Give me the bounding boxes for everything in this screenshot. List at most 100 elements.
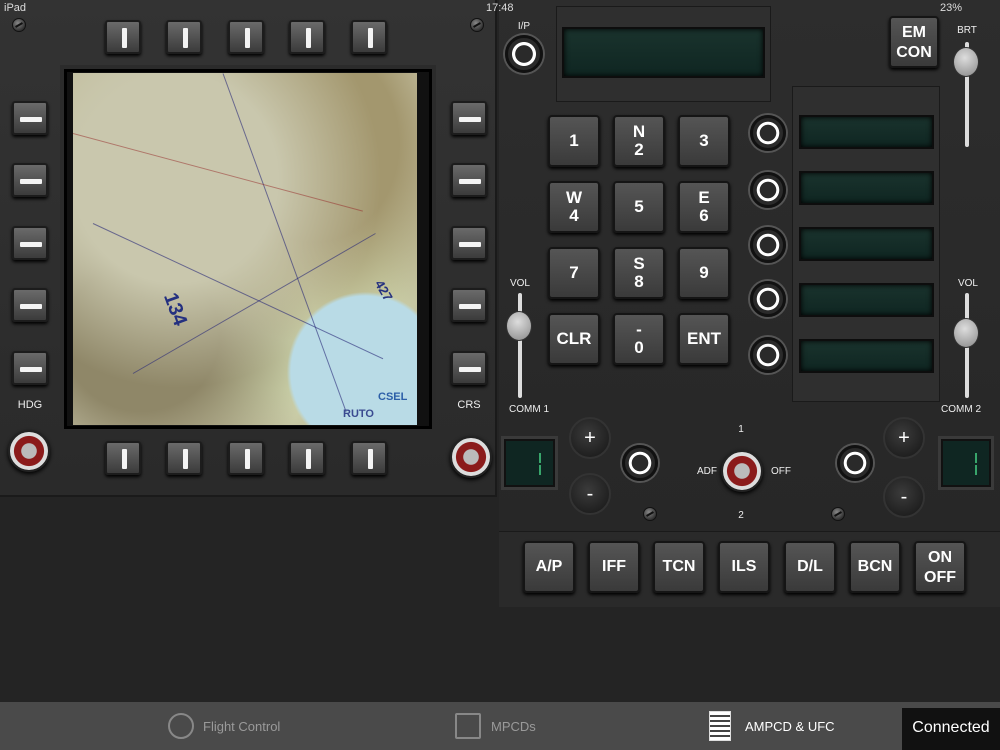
vol-left-thumb[interactable] xyxy=(506,311,532,341)
em-con-line1: EM xyxy=(902,24,926,41)
vol-right-thumb[interactable] xyxy=(953,318,979,348)
adf-label: ADF xyxy=(697,466,717,477)
ap-button[interactable]: A/P xyxy=(523,541,575,593)
osb-top-3[interactable] xyxy=(228,20,264,54)
key-8[interactable]: S8 xyxy=(613,247,665,299)
ils-button[interactable]: ILS xyxy=(718,541,770,593)
comm1-label: COMM 1 xyxy=(509,404,549,415)
osb-left-5[interactable] xyxy=(12,351,48,385)
comm1-display xyxy=(504,439,555,487)
option-display-5 xyxy=(799,339,934,373)
key-5[interactable]: 5 xyxy=(613,181,665,233)
comm2-label: COMM 2 xyxy=(941,404,981,415)
map-label: 134 xyxy=(159,289,192,329)
screw-icon xyxy=(831,507,845,521)
osb-left-1[interactable] xyxy=(12,101,48,135)
battery-level: 23% xyxy=(940,2,963,14)
on-off-button[interactable]: ON OFF xyxy=(914,541,966,593)
screw-icon xyxy=(470,18,484,32)
mpcds-icon xyxy=(455,713,481,739)
tab-mpcds[interactable]: MPCDs xyxy=(491,719,536,734)
comm2-select[interactable] xyxy=(837,445,873,481)
option-display-2 xyxy=(799,171,934,205)
off-label: OFF xyxy=(924,569,956,586)
em-con-button[interactable]: EM CON xyxy=(889,16,939,68)
comm1-plus-button[interactable]: + xyxy=(569,417,611,459)
osb-bottom-1[interactable] xyxy=(105,441,141,475)
iff-button[interactable]: IFF xyxy=(588,541,640,593)
osb-right-3[interactable] xyxy=(451,226,487,260)
osb-right-1[interactable] xyxy=(451,101,487,135)
bcn-button[interactable]: BCN xyxy=(849,541,901,593)
clock: 17:48 xyxy=(486,2,514,14)
connection-status: Connected xyxy=(902,708,1000,750)
key-clr[interactable]: CLR xyxy=(548,313,600,365)
osb-left-3[interactable] xyxy=(12,226,48,260)
flight-control-icon xyxy=(168,713,194,739)
adf-pos2-label: 2 xyxy=(738,510,744,521)
screw-icon xyxy=(643,507,657,521)
option-display-4 xyxy=(799,283,934,317)
key-0[interactable]: -0 xyxy=(613,313,665,365)
osb-bottom-3[interactable] xyxy=(228,441,264,475)
mpcd-panel: 134 427 CSEL RUTO HDG CRS xyxy=(0,0,497,497)
tab-ampcd-ufc[interactable]: AMPCD & UFC xyxy=(745,719,835,734)
map-label: 427 xyxy=(371,277,396,304)
vol-left-label: VOL xyxy=(509,278,530,289)
comm1-minus-button[interactable]: - xyxy=(569,473,611,515)
ufc-panel: I/P EM CON BRT 1 N2 3 W4 5 E6 7 S8 9 CLR… xyxy=(499,0,1000,607)
vol-left-track[interactable] xyxy=(518,293,522,398)
map-label: RUTO xyxy=(343,408,374,420)
osb-right-5[interactable] xyxy=(451,351,487,385)
dl-button[interactable]: D/L xyxy=(784,541,836,593)
osb-top-4[interactable] xyxy=(289,20,325,54)
option-display-3 xyxy=(799,227,934,261)
ip-label: I/P xyxy=(517,21,531,32)
hdg-knob[interactable] xyxy=(8,430,50,472)
osb-right-4[interactable] xyxy=(451,288,487,322)
osb-bottom-2[interactable] xyxy=(166,441,202,475)
brt-slider-thumb[interactable] xyxy=(953,47,979,77)
key-4[interactable]: W4 xyxy=(548,181,600,233)
osb-left-4[interactable] xyxy=(12,288,48,322)
key-9[interactable]: 9 xyxy=(678,247,730,299)
crs-knob[interactable] xyxy=(450,436,492,478)
on-label: ON xyxy=(928,549,952,566)
option-select-5[interactable] xyxy=(750,337,786,373)
key-6[interactable]: E6 xyxy=(678,181,730,233)
osb-left-2[interactable] xyxy=(12,163,48,197)
option-select-3[interactable] xyxy=(750,227,786,263)
vol-right-label: VOL xyxy=(957,278,978,289)
tab-flight-control[interactable]: Flight Control xyxy=(203,719,280,734)
device-label: iPad xyxy=(4,2,27,14)
em-con-line2: CON xyxy=(896,44,932,61)
option-select-2[interactable] xyxy=(750,172,786,208)
comm2-plus-button[interactable]: + xyxy=(883,417,925,459)
option-select-1[interactable] xyxy=(750,115,786,151)
key-ent[interactable]: ENT xyxy=(678,313,730,365)
screw-icon xyxy=(12,18,26,32)
comm2-display xyxy=(941,439,991,487)
osb-top-2[interactable] xyxy=(166,20,202,54)
key-7[interactable]: 7 xyxy=(548,247,600,299)
osb-top-1[interactable] xyxy=(105,20,141,54)
option-select-4[interactable] xyxy=(750,281,786,317)
comm1-select[interactable] xyxy=(622,445,658,481)
key-3[interactable]: 3 xyxy=(678,115,730,167)
keypad-icon xyxy=(709,711,731,741)
key-2[interactable]: N2 xyxy=(613,115,665,167)
osb-bottom-5[interactable] xyxy=(351,441,387,475)
map-label: CSEL xyxy=(378,391,408,403)
osb-top-5[interactable] xyxy=(351,20,387,54)
comm2-minus-button[interactable]: - xyxy=(883,476,925,518)
crs-label: CRS xyxy=(457,399,481,411)
ip-button[interactable] xyxy=(505,35,543,73)
osb-right-2[interactable] xyxy=(451,163,487,197)
adf-pos1-label: 1 xyxy=(738,424,744,435)
tcn-button[interactable]: TCN xyxy=(653,541,705,593)
moving-map[interactable]: 134 427 CSEL RUTO xyxy=(73,73,417,425)
scratchpad-display xyxy=(562,27,765,78)
adf-selector-knob[interactable] xyxy=(721,450,763,492)
key-1[interactable]: 1 xyxy=(548,115,600,167)
osb-bottom-4[interactable] xyxy=(289,441,325,475)
